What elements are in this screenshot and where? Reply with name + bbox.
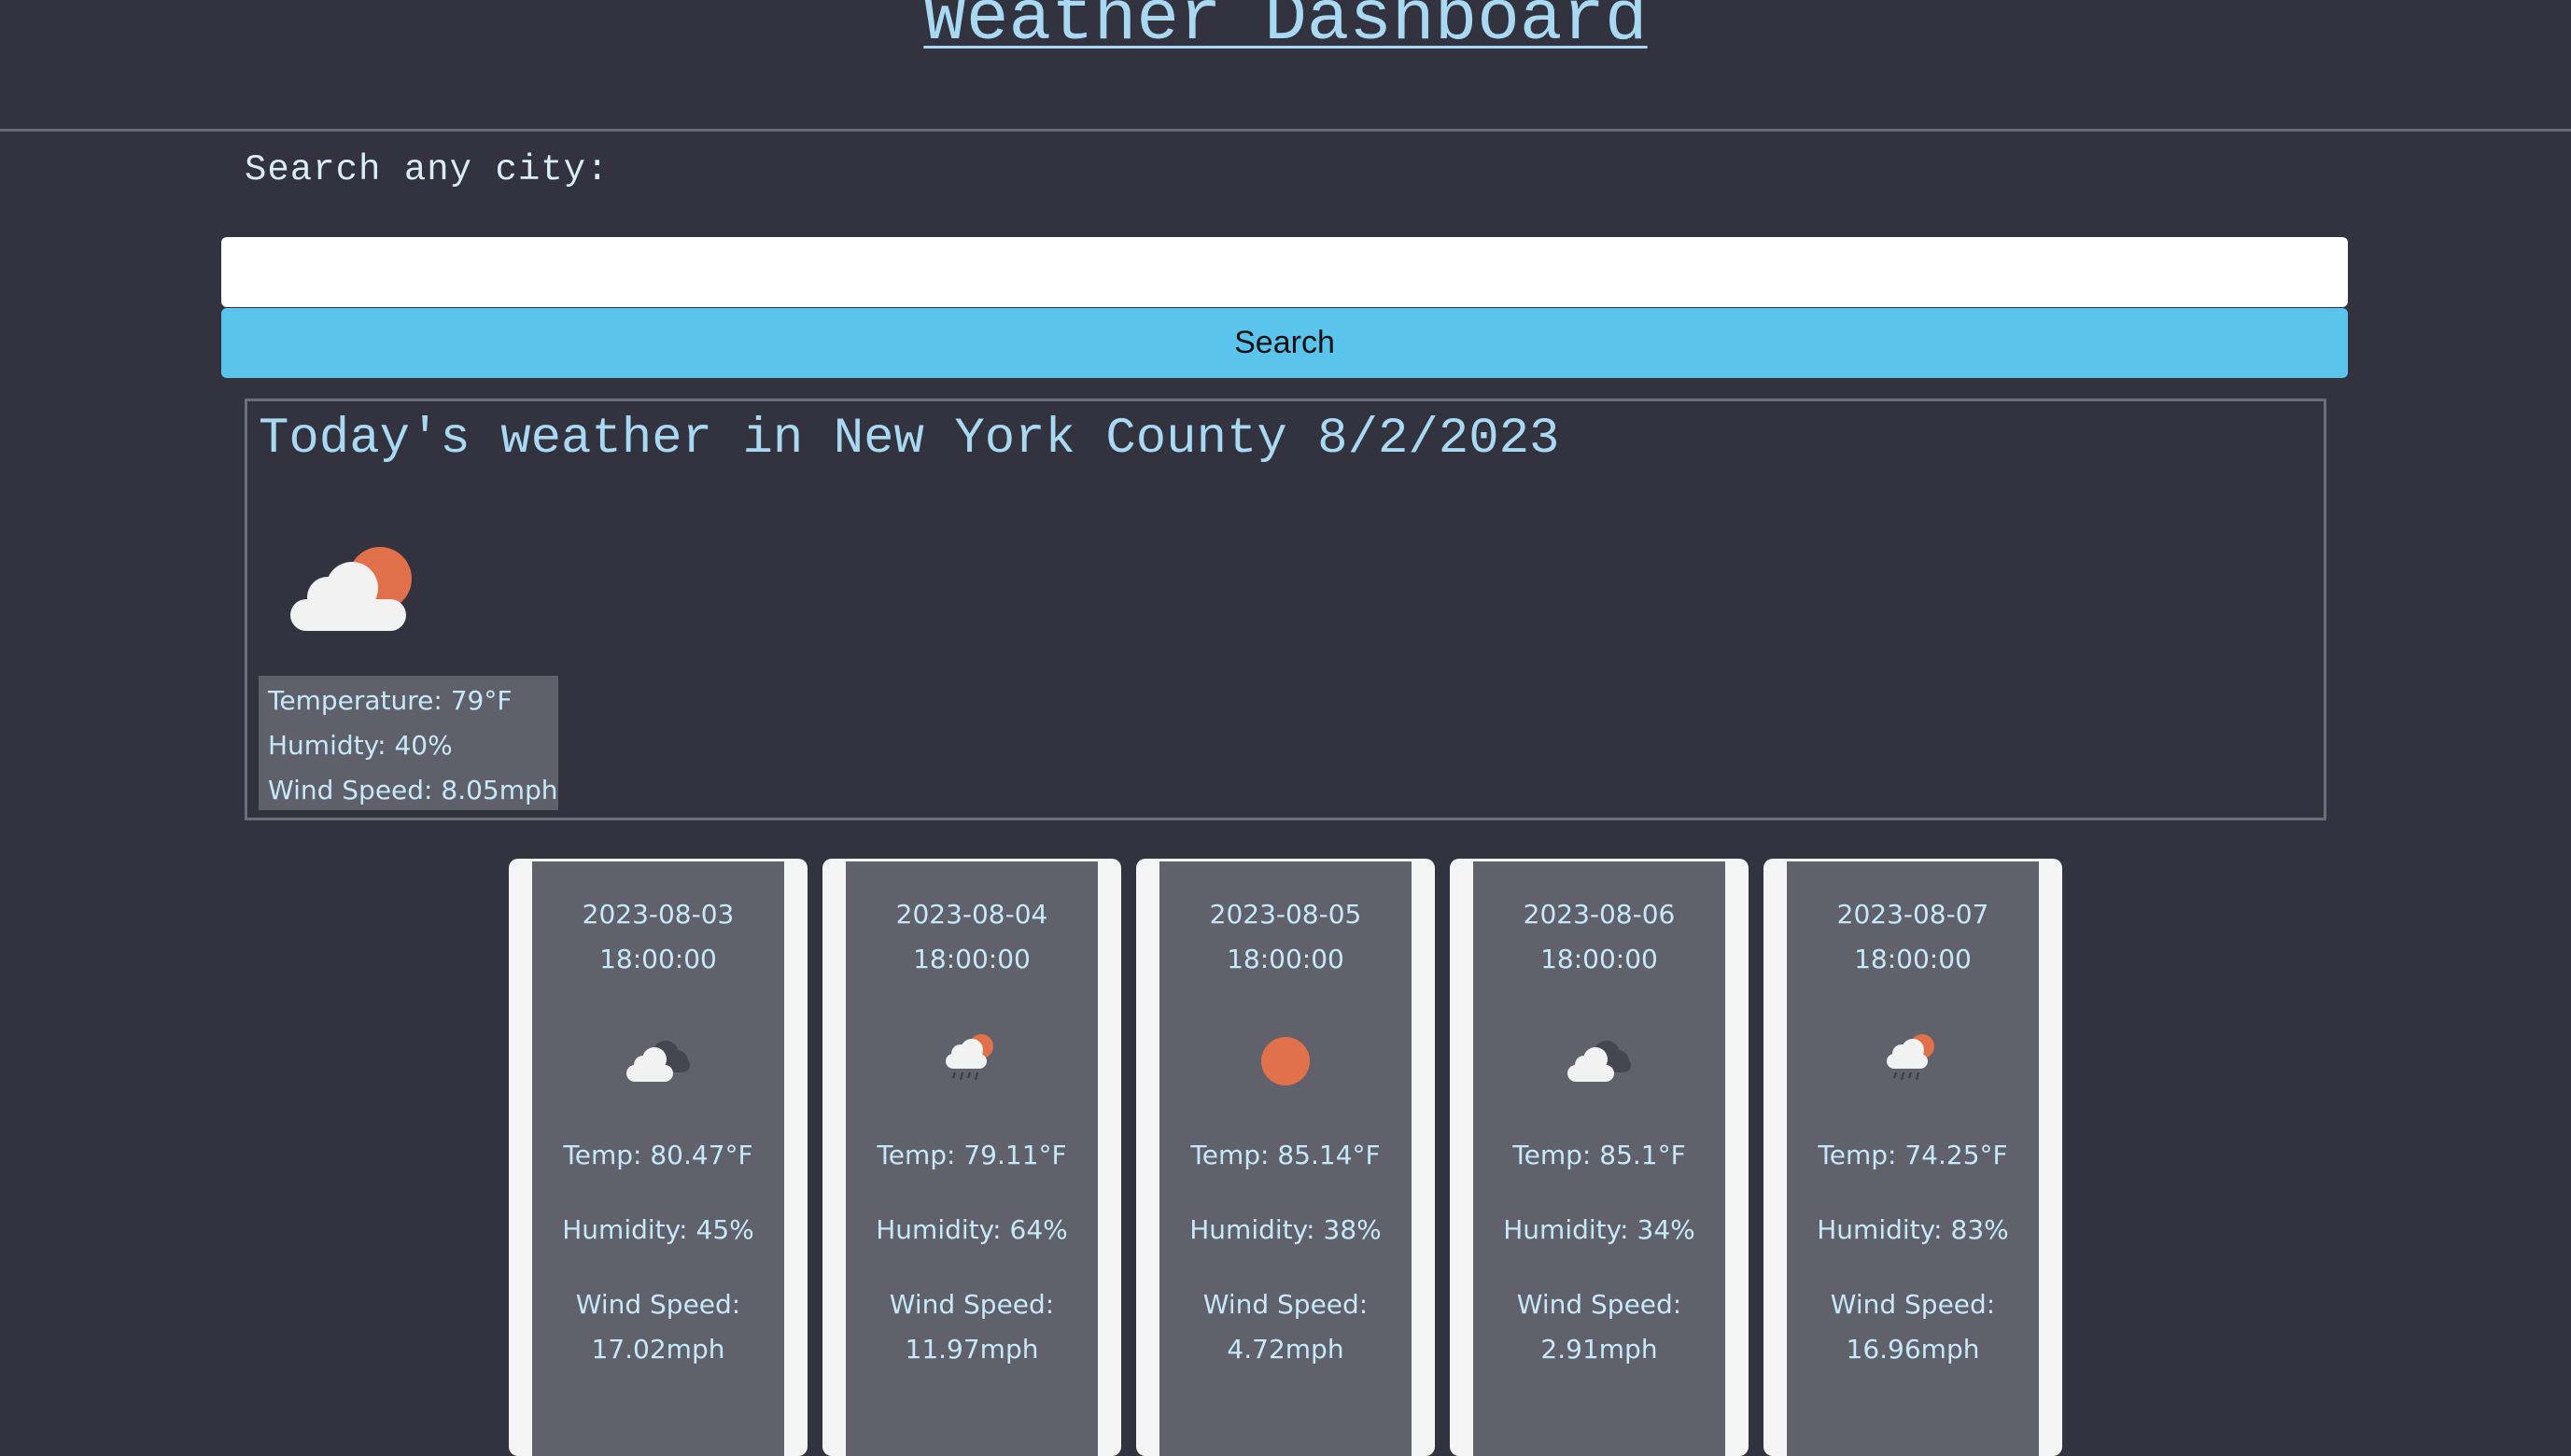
forecast-wind-value: 4.72mph [1227,1334,1344,1365]
forecast-wind-label: Wind Speed: [575,1289,741,1320]
page-title[interactable]: Weather Dashboard [923,0,1647,60]
forecast-time: 18:00:00 [599,944,717,974]
forecast-date: 2023-08-06 [1523,899,1676,930]
dark-cloud-icon [1562,1029,1637,1089]
forecast-humidity: Humidity: 38% [1189,1214,1382,1245]
forecast-wind-label: Wind Speed: [1830,1289,1996,1320]
today-humidity: Humidty: 40% [268,730,453,761]
page-header: Weather Dashboard [0,0,2571,132]
forecast-time: 18:00:00 [1540,944,1658,974]
rain-cloud-sun-icon [1876,1029,1950,1089]
forecast-wind-label: Wind Speed: [889,1289,1055,1320]
forecast-date: 2023-08-04 [895,899,1048,930]
today-stats-box: Temperature: 79°F Humidty: 40% Wind Spee… [259,676,558,810]
cloud-sun-icon [288,539,419,633]
forecast-card: 2023-08-04 18:00:00 Temp: 79.11°F Humidi… [822,859,1121,1456]
search-input[interactable] [221,237,2348,307]
forecast-date: 2023-08-07 [1836,899,1989,930]
dark-cloud-icon [621,1029,695,1089]
forecast-humidity: Humidity: 64% [876,1214,1068,1245]
rain-cloud-sun-icon [934,1029,1009,1089]
today-temperature: Temperature: 79°F [268,685,513,716]
forecast-temp: Temp: 80.47°F [563,1140,753,1170]
today-weather-panel: Today's weather in New York County 8/2/2… [245,399,2326,820]
forecast-time: 18:00:00 [1227,944,1344,974]
forecast-date: 2023-08-03 [582,899,735,930]
forecast-card: 2023-08-07 18:00:00 Temp: 74.25°F Humidi… [1763,859,2062,1456]
forecast-card: 2023-08-05 18:00:00 Temp: 85.14°F Humidi… [1136,859,1435,1456]
forecast-humidity: Humidity: 83% [1817,1214,2009,1245]
forecast-card-body: 2023-08-04 18:00:00 Temp: 79.11°F Humidi… [846,861,1098,1456]
forecast-wind-label: Wind Speed: [1516,1289,1682,1320]
forecast-temp: Temp: 74.25°F [1818,1140,2008,1170]
forecast-wind-value: 2.91mph [1540,1334,1658,1365]
search-label: Search any city: [245,149,610,190]
forecast-card-body: 2023-08-06 18:00:00 Temp: 85.1°F Humidit… [1473,861,1725,1456]
forecast-card-body: 2023-08-07 18:00:00 Temp: 74.25°F Humidi… [1787,861,2039,1456]
sun-icon [1248,1029,1323,1089]
forecast-date: 2023-08-05 [1209,899,1362,930]
forecast-time: 18:00:00 [1854,944,1972,974]
forecast-temp: Temp: 85.1°F [1512,1140,1686,1170]
forecast-time: 18:00:00 [913,944,1031,974]
forecast-wind-value: 11.97mph [905,1334,1039,1365]
forecast-card-body: 2023-08-03 18:00:00 Temp: 80.47°F Humidi… [532,861,784,1456]
forecast-card: 2023-08-06 18:00:00 Temp: 85.1°F Humidit… [1450,859,1749,1456]
forecast-humidity: Humidity: 45% [562,1214,754,1245]
forecast-card: 2023-08-03 18:00:00 Temp: 80.47°F Humidi… [509,859,808,1456]
today-weather-title: Today's weather in New York County 8/2/2… [259,411,1560,468]
forecast-card-body: 2023-08-05 18:00:00 Temp: 85.14°F Humidi… [1159,861,1412,1456]
forecast-humidity: Humidity: 34% [1503,1214,1695,1245]
forecast-wind-value: 16.96mph [1846,1334,1980,1365]
search-button[interactable]: Search [221,308,2348,378]
today-wind-speed: Wind Speed: 8.05mph [268,775,558,805]
forecast-temp: Temp: 79.11°F [877,1140,1067,1170]
forecast-temp: Temp: 85.14°F [1190,1140,1381,1170]
forecast-wind-value: 17.02mph [591,1334,725,1365]
forecast-wind-label: Wind Speed: [1202,1289,1369,1320]
